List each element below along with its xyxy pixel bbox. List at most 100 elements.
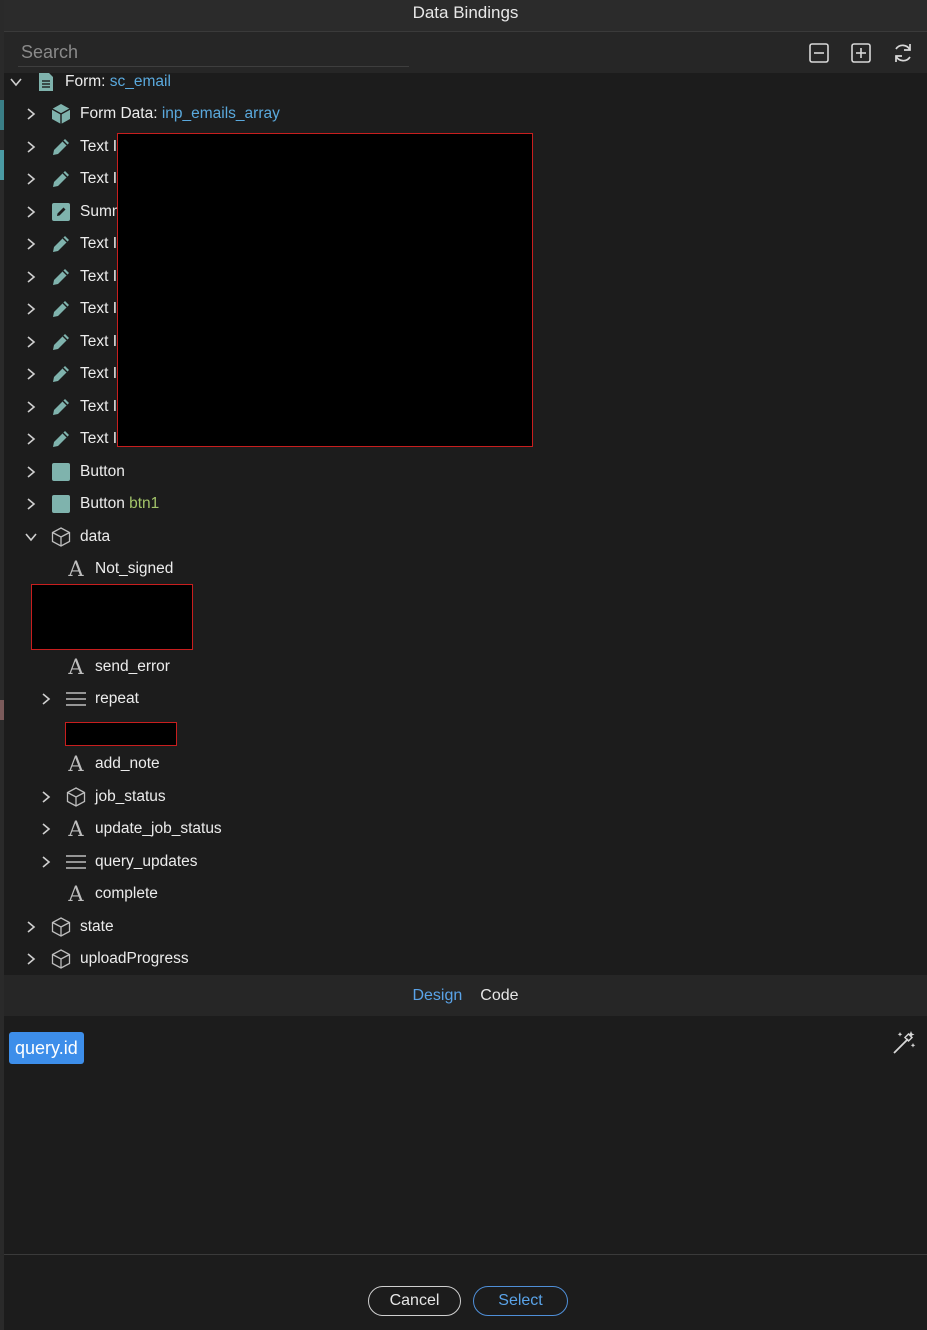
collapse-all-button[interactable]	[807, 41, 831, 65]
redacted-region	[117, 133, 533, 447]
chevron-right-icon[interactable]	[39, 822, 53, 836]
chevron-right-icon[interactable]	[39, 790, 53, 804]
tree-label-update-job-status: update_job_status	[95, 820, 222, 837]
chevron-right-icon[interactable]	[24, 465, 38, 479]
chevron-right-icon[interactable]	[24, 432, 38, 446]
magic-wand-button[interactable]	[891, 1030, 917, 1056]
search-input[interactable]	[18, 38, 409, 67]
tree-label-upload-progress: uploadProgress	[80, 950, 189, 967]
chevron-right-icon[interactable]	[24, 140, 38, 154]
document-icon	[35, 73, 57, 93]
tree-row-send-error[interactable]: A send_error	[4, 651, 904, 683]
tree-row-not-signed[interactable]: A Not_signed	[4, 553, 904, 585]
chevron-right-icon[interactable]	[24, 367, 38, 381]
tree-label-not-signed: Not_signed	[95, 560, 174, 577]
chevron-down-icon[interactable]	[9, 75, 23, 89]
pencil-icon	[50, 363, 72, 385]
tree-label-text-input: Text I	[80, 365, 118, 382]
tree-label-button: Button	[80, 463, 125, 480]
chevron-right-icon[interactable]	[24, 270, 38, 284]
tree-label-repeat: repeat	[95, 690, 139, 707]
cube-outline-icon	[65, 786, 87, 808]
cube-outline-icon	[50, 948, 72, 970]
text-type-icon: A	[68, 752, 84, 776]
minus-square-icon	[809, 43, 829, 63]
tree-label-job-status: job_status	[95, 788, 166, 805]
tree-label-state: state	[80, 918, 114, 935]
tree-row-query-updates[interactable]: query_updates	[4, 846, 904, 878]
chevron-down-icon[interactable]	[24, 530, 38, 544]
tree-row-form-data[interactable]: Form Data: inp_emails_array	[4, 98, 904, 130]
pencil-icon	[50, 298, 72, 320]
chevron-right-icon[interactable]	[24, 400, 38, 414]
tree-row-button[interactable]: Button	[4, 456, 904, 488]
text-type-icon: A	[68, 882, 84, 906]
bindings-tree: Form: sc_email Form Data: inp_emails_arr…	[4, 73, 927, 975]
chevron-right-icon[interactable]	[24, 497, 38, 511]
pencil-icon	[50, 168, 72, 190]
list-lines-icon	[65, 851, 87, 873]
chevron-right-icon[interactable]	[24, 237, 38, 251]
toolbar	[4, 32, 927, 73]
pencil-icon	[50, 266, 72, 288]
tree-row-add-note[interactable]: A add_note	[4, 748, 904, 780]
expression-editor[interactable]: query.id	[4, 1016, 927, 1255]
refresh-button[interactable]	[891, 41, 915, 65]
dialog-title: Data Bindings	[4, 0, 927, 32]
tree-label-button-btn1: Button btn1	[80, 495, 160, 512]
tree-row-update-job-status[interactable]: A update_job_status	[4, 813, 904, 845]
magic-wand-icon	[893, 1031, 916, 1054]
tree-row-form[interactable]: Form: sc_email	[4, 73, 904, 98]
chevron-right-icon[interactable]	[24, 335, 38, 349]
text-type-icon: A	[68, 817, 84, 841]
pencil-icon	[50, 136, 72, 158]
chevron-right-icon[interactable]	[24, 172, 38, 186]
tab-code[interactable]: Code	[480, 987, 518, 1005]
chevron-right-icon[interactable]	[24, 952, 38, 966]
cube-outline-icon	[50, 526, 72, 548]
tree-label-text-input: Text I	[80, 333, 118, 350]
data-bindings-dialog: Data Bindings Search Form: sc_email Form…	[4, 0, 927, 1330]
cube-outline-icon	[50, 916, 72, 938]
tree-row-button-btn1[interactable]: Button btn1	[4, 488, 904, 520]
cube-filled-icon	[50, 103, 72, 125]
tree-label-form-data: Form Data: inp_emails_array	[80, 105, 280, 122]
select-button[interactable]: Select	[473, 1286, 568, 1316]
tree-label-text-input: Text I	[80, 268, 118, 285]
text-type-icon: A	[68, 655, 84, 679]
button-square-icon	[50, 493, 72, 515]
tree-row-job-status[interactable]: job_status	[4, 781, 904, 813]
tab-design[interactable]: Design	[412, 987, 462, 1005]
tree-label-form: Form: sc_email	[65, 73, 171, 90]
tree-label-text-input: Text I	[80, 170, 118, 187]
chevron-right-icon[interactable]	[39, 692, 53, 706]
tree-row-data[interactable]: data	[4, 521, 904, 553]
edit-square-icon	[50, 201, 72, 223]
tree-label-add-note: add_note	[95, 755, 160, 772]
tree-row-upload-progress[interactable]: uploadProgress	[4, 943, 904, 975]
tree-row-complete[interactable]: A complete	[4, 878, 904, 910]
pencil-icon	[50, 396, 72, 418]
chevron-right-icon[interactable]	[24, 920, 38, 934]
expand-all-button[interactable]	[849, 41, 873, 65]
plus-square-icon	[851, 43, 871, 63]
chevron-right-icon[interactable]	[24, 205, 38, 219]
tree-row-repeat[interactable]: repeat	[4, 683, 904, 715]
tree-label-query-updates: query_updates	[95, 853, 198, 870]
tree-row-state[interactable]: state	[4, 911, 904, 943]
tree-label-text-input: Text I	[80, 398, 118, 415]
tree-label-text-input: Text I	[80, 138, 118, 155]
redacted-region	[31, 584, 193, 650]
chevron-right-icon[interactable]	[39, 855, 53, 869]
tree-label-send-error: send_error	[95, 658, 170, 675]
text-type-icon: A	[68, 557, 84, 581]
chevron-right-icon[interactable]	[24, 302, 38, 316]
cancel-button[interactable]: Cancel	[368, 1286, 461, 1316]
dialog-footer: Cancel Select	[4, 1268, 927, 1330]
pencil-icon	[50, 233, 72, 255]
pencil-icon	[50, 331, 72, 353]
chevron-right-icon[interactable]	[24, 107, 38, 121]
refresh-icon	[895, 44, 911, 62]
pencil-icon	[50, 428, 72, 450]
expression-token[interactable]: query.id	[9, 1032, 84, 1064]
